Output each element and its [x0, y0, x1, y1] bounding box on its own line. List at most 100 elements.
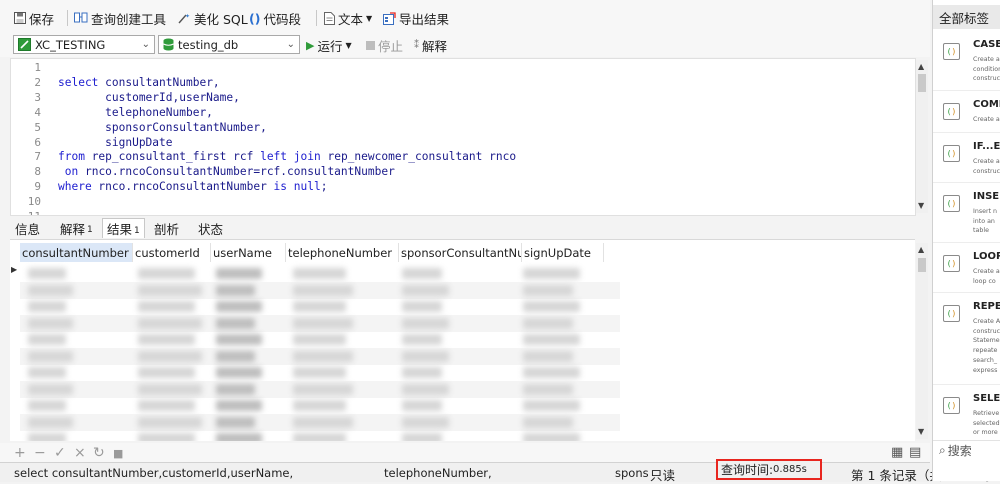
- redacted-cell: [402, 367, 442, 378]
- tab-status[interactable]: 状态: [193, 218, 228, 238]
- snippet-description: into an: [973, 217, 995, 225]
- results-grid[interactable]: consultantNumber customerId userName tel…: [10, 239, 915, 441]
- column-header[interactable]: userName: [211, 243, 286, 262]
- tab-profile[interactable]: 剖析: [149, 218, 184, 238]
- snippet-item[interactable]: () CASE Create a condition construc: [933, 30, 1000, 91]
- run-button[interactable]: ▶ 运行 ▼: [306, 36, 352, 54]
- scroll-down-icon[interactable]: ▼: [918, 201, 924, 210]
- snippet-title: COMI: [973, 99, 1000, 110]
- snippet-item[interactable]: () SELEC Retrieve selected or more: [933, 384, 1000, 441]
- redacted-cell: [216, 383, 255, 395]
- snippet-icon: (): [943, 255, 960, 272]
- redacted-cell: [402, 383, 449, 395]
- snippet-item[interactable]: () LOOP Create a loop co: [933, 242, 1000, 293]
- explain-icon: ⁑: [414, 39, 419, 51]
- chevron-down-icon: ▼: [345, 40, 352, 50]
- redacted-cell: [523, 383, 573, 395]
- grid-scrollbar[interactable]: ▲ ▼: [916, 243, 928, 439]
- tab-result[interactable]: 结果 1: [102, 218, 145, 238]
- snippet-title: CASE: [973, 39, 1000, 50]
- snippet-description: construc: [973, 327, 1000, 335]
- snippet-panel-header[interactable]: 全部标签: [933, 5, 1000, 29]
- code-line: customerId,userName,: [58, 90, 240, 104]
- redacted-cell: [138, 334, 195, 345]
- redacted-cell: [523, 284, 573, 296]
- redacted-cell: [138, 416, 202, 428]
- beautify-sql-button[interactable]: ✦ 美化 SQL: [178, 9, 248, 27]
- form-view-icon[interactable]: ▤: [909, 445, 921, 460]
- code-line: telephoneNumber,: [58, 105, 213, 119]
- scroll-up-icon[interactable]: ▲: [918, 245, 924, 254]
- redacted-cell: [293, 284, 353, 296]
- export-results-button[interactable]: 导出结果: [383, 9, 449, 27]
- code-snippet-button[interactable]: () 代码段: [249, 9, 301, 27]
- stop-icon[interactable]: ■: [113, 447, 123, 460]
- snippet-search[interactable]: ⌕ 搜索: [933, 440, 1000, 460]
- redacted-cell: [138, 350, 202, 362]
- column-header[interactable]: customerId: [133, 243, 211, 262]
- text-button[interactable]: 文本 ▼: [324, 9, 372, 27]
- line-number: 8: [34, 165, 41, 179]
- beautify-icon: ✦: [178, 13, 190, 24]
- redacted-cell: [28, 284, 73, 296]
- column-header[interactable]: signUpDate: [522, 243, 604, 262]
- save-label: 保存: [29, 11, 55, 27]
- tab-info[interactable]: 信息: [10, 218, 45, 238]
- snippet-icon: (): [943, 305, 960, 322]
- scrollbar-thumb[interactable]: [918, 258, 926, 272]
- redacted-cell: [28, 334, 66, 345]
- snippet-item[interactable]: () IF...EL Create a construc: [933, 132, 1000, 183]
- snippet-search-label: 搜索: [947, 444, 972, 458]
- snippet-item[interactable]: () COMI Create a: [933, 90, 1000, 133]
- sql-editor[interactable]: 1234567891011 select consultantNumber, c…: [10, 58, 916, 216]
- redacted-cell: [293, 301, 346, 312]
- redacted-cell: [293, 367, 346, 378]
- connection-select[interactable]: XC_TESTING ⌄: [13, 35, 155, 54]
- snippet-title: SELEC: [973, 393, 1000, 404]
- query-time-value: 0.885s: [773, 464, 807, 475]
- scroll-down-icon[interactable]: ▼: [918, 427, 924, 436]
- code-snippet-icon: (): [249, 10, 261, 26]
- save-button[interactable]: 保存: [14, 9, 54, 27]
- code-line: where rnco.rncoConsultantNumber is null;: [58, 180, 328, 194]
- export-icon: [383, 11, 396, 25]
- column-header[interactable]: telephoneNumber: [286, 243, 399, 262]
- delete-row-icon[interactable]: −: [34, 445, 46, 461]
- database-select[interactable]: testing_db ⌄: [158, 35, 300, 54]
- code-line: select consultantNumber,: [58, 75, 220, 89]
- play-icon: ▶: [306, 38, 315, 52]
- add-row-icon[interactable]: +: [14, 445, 26, 461]
- discard-icon[interactable]: ×: [74, 445, 86, 461]
- editor-scrollbar[interactable]: ▲ ▼: [916, 60, 928, 213]
- scroll-up-icon[interactable]: ▲: [918, 62, 924, 71]
- grid-view-icon[interactable]: ▦: [891, 445, 903, 460]
- snippet-description: Create a: [973, 268, 1000, 275]
- query-builder-button[interactable]: 查询创建工具: [74, 9, 166, 27]
- toolbar-divider: [316, 10, 317, 26]
- redacted-cell: [402, 268, 442, 279]
- column-header-label: consultantNumber: [22, 245, 129, 260]
- line-number: 2: [34, 75, 41, 89]
- tab-status-label: 状态: [198, 221, 224, 237]
- column-header[interactable]: sponsorConsultantNumbe: [399, 243, 522, 262]
- all-tags-label: 全部标签: [939, 10, 990, 26]
- redacted-cell: [28, 268, 66, 279]
- redacted-cell: [523, 301, 580, 312]
- snippet-item[interactable]: () INSER Insert n into an table: [933, 182, 1000, 243]
- column-header-label: telephoneNumber: [288, 245, 393, 260]
- redacted-cell: [216, 433, 262, 441]
- apply-icon[interactable]: ✓: [54, 445, 66, 461]
- redacted-cell: [293, 400, 346, 411]
- explain-button[interactable]: ⁑ 解释: [414, 36, 447, 54]
- snippet-description: Create a: [973, 56, 1000, 63]
- redacted-cell: [293, 383, 353, 395]
- scrollbar-thumb[interactable]: [918, 74, 926, 92]
- redacted-cell: [216, 334, 262, 345]
- snippet-item[interactable]: () REPEA Create A construc Stateme repeatesea…: [933, 292, 1000, 385]
- tab-explain[interactable]: 解释 1: [55, 218, 98, 238]
- refresh-icon[interactable]: ↻: [93, 445, 105, 461]
- column-header[interactable]: consultantNumber: [20, 243, 133, 262]
- code-line: signUpDate: [58, 135, 173, 149]
- stop-button[interactable]: 停止: [366, 36, 403, 54]
- save-icon: [14, 12, 26, 24]
